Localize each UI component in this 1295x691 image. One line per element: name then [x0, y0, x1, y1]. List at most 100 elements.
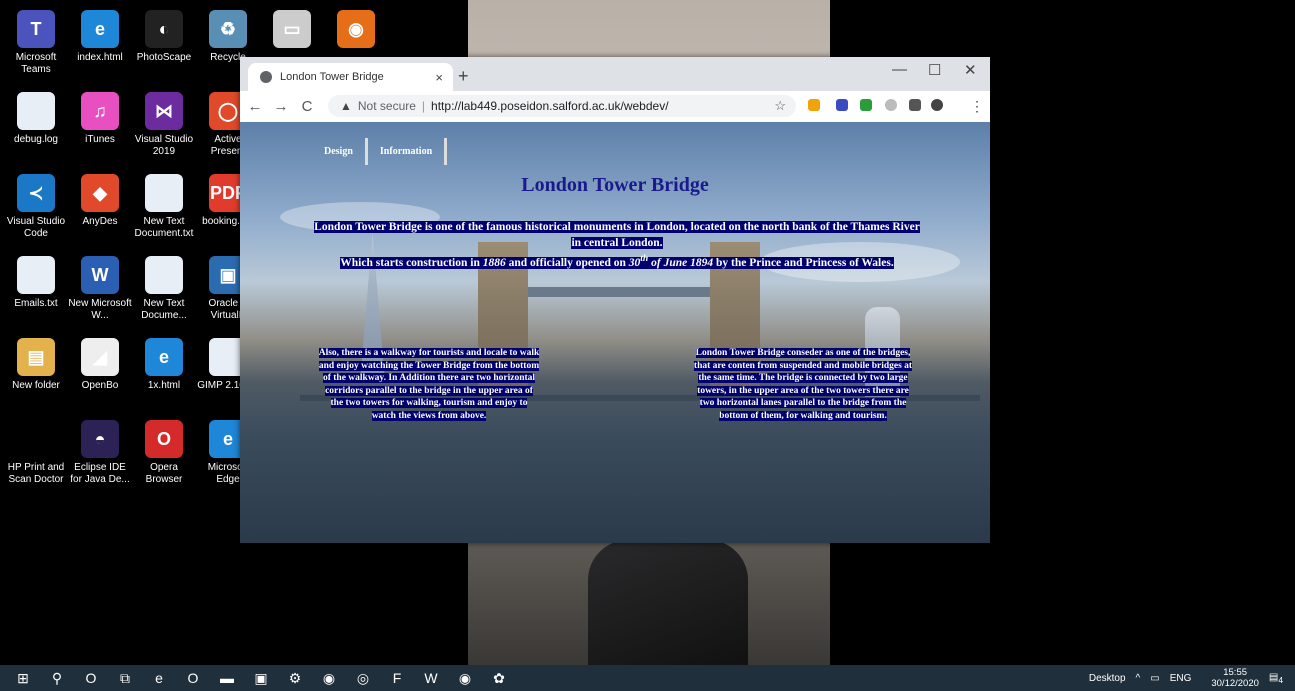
desktop-icon-label: index.html	[77, 52, 123, 63]
app-icon: W	[81, 256, 119, 294]
taskbar-app-icon[interactable]: O	[180, 668, 206, 688]
desktop-icon[interactable]: ♫ iTunes	[68, 92, 132, 146]
desktop-icon[interactable]: ◢ OpenBo	[68, 338, 132, 392]
intro-date: of June 1894	[648, 256, 714, 269]
reload-button[interactable]: C	[296, 98, 318, 115]
taskbar-app-icon[interactable]: ▬	[214, 668, 240, 688]
globe-icon	[260, 71, 272, 83]
not-secure-label: Not secure	[357, 99, 416, 113]
tray-chevron-icon[interactable]: ^	[1136, 673, 1141, 684]
desktop-icon-label: Visual Studio 2019	[134, 134, 194, 157]
minimize-button[interactable]: —	[892, 61, 907, 78]
clock[interactable]: 15:55 30/12/2020	[1201, 667, 1259, 689]
intro-text-part: Which starts construction in	[340, 256, 483, 269]
desktop-icon[interactable]: ◐ PhotoScape	[132, 10, 196, 64]
taskbar-app-icon[interactable]: F	[384, 668, 410, 688]
desktop-icon[interactable]: New Text Docume...	[132, 256, 196, 322]
desktop-icon[interactable]: e 1x.html	[132, 338, 196, 392]
network-icon[interactable]: ▭	[1150, 673, 1159, 684]
desktop-icon[interactable]: T Microsoft Teams	[4, 10, 68, 76]
extensions-puzzle-icon[interactable]	[909, 99, 921, 111]
taskbar-app-icon[interactable]: ⚙	[282, 668, 308, 688]
desktop-icon-label: Emails.txt	[14, 298, 58, 309]
maximize-button[interactable]: ☐	[928, 61, 941, 79]
desktop-icon[interactable]: ◆ AnyDes	[68, 174, 132, 228]
taskbar-app-icon[interactable]: ✿	[486, 668, 512, 688]
taskbar-app-icon[interactable]: ◉	[452, 668, 478, 688]
extension-check-icon[interactable]	[860, 99, 872, 111]
taskbar-app-icon[interactable]: W	[418, 668, 444, 688]
back-button[interactable]: ←	[244, 98, 266, 115]
desktop-icon[interactable]: ≺ Visual Studio Code	[4, 174, 68, 240]
right-paragraph: London Tower Bridge conseder as one of t…	[692, 347, 914, 422]
intro-line-1: London Tower Bridge is one of the famous…	[314, 221, 920, 249]
desktop-icon-label: Opera Browser	[145, 462, 183, 485]
browser-tab[interactable]: London Tower Bridge ×	[248, 63, 453, 91]
app-icon	[17, 92, 55, 130]
app-icon: ◓	[81, 420, 119, 458]
intro-day: 30	[628, 256, 641, 269]
desktop-icon[interactable]: debug.log	[4, 92, 68, 146]
upper-walkway	[528, 287, 710, 297]
desktop-icon[interactable]: ♻ Recycle	[196, 10, 260, 64]
left-paragraph-text: Also, there is a walkway for tourists an…	[318, 348, 540, 421]
language-indicator[interactable]: ENG	[1170, 673, 1192, 684]
desktop-icon-label: New folder	[12, 380, 60, 391]
desktop-icon[interactable]: HP Print and Scan Doctor	[4, 420, 68, 486]
desktop-icon[interactable]: W New Microsoft W...	[68, 256, 132, 322]
taskbar-app-icon[interactable]: ▣	[248, 668, 274, 688]
desktop-icon-label: 1x.html	[147, 380, 181, 391]
browser-window: London Tower Bridge × + — ☐ ✕ ← → C ▲ No…	[240, 57, 990, 543]
cortana-icon[interactable]: O	[78, 668, 104, 688]
task-view-icon[interactable]: ⧉	[112, 668, 138, 688]
web-page: Design Information London Tower Bridge L…	[240, 122, 990, 543]
address-bar[interactable]: ▲ Not secure | http://lab449.poseidon.sa…	[328, 95, 796, 117]
browser-menu-icon[interactable]: ⋮	[970, 98, 984, 115]
search-icon[interactable]: ⚲	[44, 668, 70, 688]
notification-icon[interactable]: ▤4	[1269, 672, 1283, 685]
taskbar-apps: e O ▬ ▣ ⚙ ◉ ◎ F W ◉ ✿	[146, 668, 520, 688]
profile-avatar-icon[interactable]	[931, 99, 943, 111]
desktop-icon[interactable]: New Text Document.txt	[132, 174, 196, 240]
desktop-icon[interactable]: ◓ Eclipse IDE for Java De...	[68, 420, 132, 486]
desktop-icon[interactable]: ▭	[260, 10, 324, 52]
extension-shield-icon[interactable]	[836, 99, 848, 111]
desktop-icon[interactable]: ▤ New folder	[4, 338, 68, 392]
right-paragraph-text: London Tower Bridge conseder as one of t…	[693, 348, 913, 421]
tab-close-icon[interactable]: ×	[435, 70, 443, 85]
menu-information[interactable]: Information	[368, 138, 448, 165]
desktop-icon[interactable]: ⋈ Visual Studio 2019	[132, 92, 196, 158]
extension-icon[interactable]	[808, 99, 820, 111]
app-icon: ♫	[81, 92, 119, 130]
start-button[interactable]: ⊞	[10, 668, 36, 688]
system-tray: Desktop ^ ▭ ENG 15:55 30/12/2020 ▤4	[1079, 665, 1283, 691]
app-icon: ▤	[17, 338, 55, 376]
new-tab-button[interactable]: +	[458, 66, 469, 87]
nav-menu: Design Information	[312, 138, 448, 165]
url-text[interactable]: http://lab449.poseidon.salford.ac.uk/web…	[431, 99, 669, 113]
desktop-icon[interactable]: O Opera Browser	[132, 420, 196, 486]
close-button[interactable]: ✕	[964, 61, 977, 79]
app-icon: ♻	[209, 10, 247, 48]
tab-title: London Tower Bridge	[280, 71, 384, 83]
taskbar-app-icon[interactable]: e	[146, 668, 172, 688]
taskbar-app-icon[interactable]: ◉	[316, 668, 342, 688]
desktop-icon-label: Eclipse IDE for Java De...	[70, 462, 130, 485]
desktop-toolbar-label[interactable]: Desktop	[1089, 673, 1126, 684]
app-icon: ⋈	[145, 92, 183, 130]
desktop-icon[interactable]: ◉	[324, 10, 388, 52]
warning-icon[interactable]: ▲	[340, 99, 352, 113]
intro-text-part: by the Prince and Princess of Wales.	[713, 256, 894, 269]
menu-design[interactable]: Design	[312, 138, 368, 165]
app-icon: e	[81, 10, 119, 48]
taskbar-app-icon[interactable]: ◎	[350, 668, 376, 688]
desktop-icon[interactable]: Emails.txt	[4, 256, 68, 310]
app-icon: ◢	[81, 338, 119, 376]
desktop-icon[interactable]: e index.html	[68, 10, 132, 64]
page-title: London Tower Bridge	[521, 174, 709, 196]
bookmark-star-icon[interactable]: ☆	[774, 98, 786, 114]
forward-button[interactable]: →	[270, 98, 292, 115]
extension-circle-icon[interactable]	[885, 99, 897, 111]
browser-titlebar: London Tower Bridge × + — ☐ ✕	[240, 57, 990, 91]
desktop-icon-label: OpenBo	[81, 380, 119, 391]
